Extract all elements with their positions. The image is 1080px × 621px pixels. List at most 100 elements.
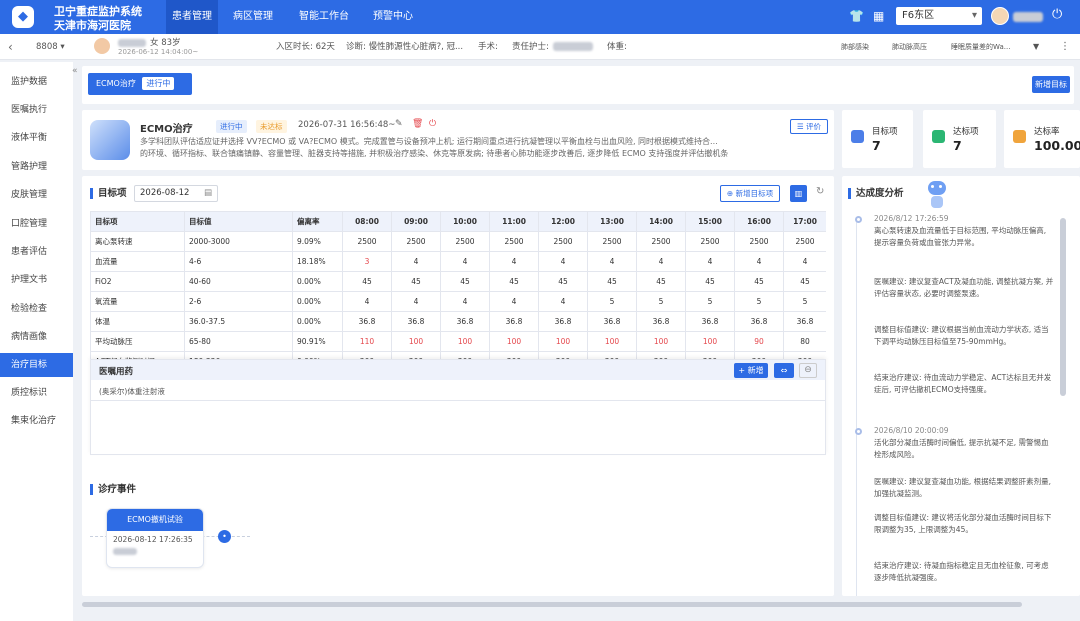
grid-icon[interactable]: ▦ [873,9,884,23]
nav-smart-workbench[interactable]: 智能工作台 [292,0,356,34]
new-goal-button[interactable]: 新增目标 [1032,76,1070,93]
tag-sleep-quality[interactable]: 睡眠质量差的Wa... [951,34,1010,60]
stop-icon[interactable]: ⏻ [429,119,436,129]
table-cell: 体温 [90,311,185,332]
horizontal-scrollbar[interactable] [82,602,1022,607]
table-cell: 36.8 [391,311,441,332]
tag-pulmonary-hypertension[interactable]: 肺动脉高压 [892,34,927,60]
ward-value: F6东区 [902,10,935,21]
timeline-dot [855,216,862,223]
table-cell: 45 [538,271,588,292]
nav-ward-management[interactable]: 病区管理 [226,0,280,34]
medication-divider [91,400,825,401]
ward-select[interactable]: F6东区 ▾ [896,7,982,25]
bed-number[interactable]: 8808 ▾ [36,34,65,60]
event-card[interactable]: ECMO撤机试验 2026-08-12 17:26:35 [106,508,204,568]
table-cell: 45 [440,271,490,292]
sidebar-item-lab[interactable]: 检验检查 [0,297,73,321]
add-goal-item-label: 新增目标项 [735,189,774,198]
responsible-nurse: 责任护士: [512,42,549,52]
tab-ecmo-status: 进行中 [142,77,175,90]
table-row[interactable]: 体温 36.0-37.5 0.00% 36.8 36.8 36.8 36.8 36.8 36.8… [90,311,826,332]
back-icon[interactable]: ‹ [8,34,13,60]
edit-icon[interactable]: ✎ [395,119,403,129]
sidebar-item-tubing[interactable]: 管路护理 [0,155,73,179]
table-row[interactable]: FiO2 40-60 0.00% 45 45 45 45 45 45 45 45 45 45 [90,271,826,292]
goal-items-icon [851,130,864,143]
goals-date-picker[interactable]: 2026-08-12 ▤ [134,185,218,202]
table-cell: 100 [391,331,441,352]
chart-view-icon[interactable]: ▥ [790,185,807,202]
sidebar-item-profile[interactable]: 病情画像 [0,325,73,349]
analysis-entry: 调整目标值建议: 建议根据当前血流动力学状态, 适当下调平均动脉压目标值至75-… [874,324,1080,348]
table-cell: 45 [489,271,539,292]
nav-alert-center[interactable]: 预警中心 [366,0,420,34]
link-icon[interactable]: ⇔ [774,363,794,378]
table-cell: 100 [440,331,490,352]
table-row[interactable]: 离心泵转速 2000-3000 9.09% 2500 2500 2500 2500 2500 2… [90,231,826,252]
sidebar-item-monitoring[interactable]: 监护数据 [0,70,73,94]
sidebar-item-quality[interactable]: 质控标识 [0,381,73,405]
table-cell: 2500 [538,231,588,252]
medication-add-button[interactable]: + 新增 [734,363,768,378]
goals-col-2: 偏离率 [292,211,343,232]
goals-col-5: 10:00 [440,211,490,232]
table-cell: 4 [538,251,588,272]
patient-avatar [94,38,110,54]
sidebar-item-fluid[interactable]: 液体平衡 [0,126,73,150]
table-cell: 2500 [685,231,735,252]
medication-title: 医嘱用药 [99,367,134,377]
stat-met-rate-value: 100.00% [1034,138,1080,153]
sidebar-item-assessment[interactable]: 患者评估 [0,240,73,264]
chevron-down-icon: ▾ [971,10,977,21]
table-cell: 4 [587,251,637,272]
goals-table-header: 目标项 目标值 偏离率 08:00 09:00 10:00 11:00 12:00 13:00 1… [90,211,826,232]
tag-lung-infection[interactable]: 肺部感染 [841,34,869,60]
minus-icon[interactable]: ⊖ [799,363,817,378]
ecmo-device-icon [90,120,130,160]
sidebar-item-oral[interactable]: 口腔管理 [0,212,73,236]
nav-patient-management[interactable]: 患者管理 [166,0,218,34]
surgery: 手术: [478,42,498,52]
table-row[interactable]: 血流量 4-6 18.18% 3 4 4 4 4 4 4 4 4 4 [90,251,826,272]
goals-col-12: 17:00 [783,211,826,232]
sidebar-item-bundle[interactable]: 集束化治疗 [0,409,73,433]
evaluate-button[interactable]: ☰ 评价 [790,119,828,134]
table-cell: 2500 [734,231,784,252]
table-cell: 5 [685,291,735,312]
table-cell: 2500 [391,231,441,252]
table-row[interactable]: 平均动脉压 65-80 90.91% 110 100 100 100 100 100 100 100… [90,331,826,352]
more-icon[interactable]: ⋮ [1060,34,1070,60]
table-row[interactable]: 氧流量 2-6 0.00% 4 4 4 4 4 5 5 5 5 5 [90,291,826,312]
table-cell: 2500 [587,231,637,252]
user-avatar[interactable] [991,7,1009,25]
analysis-entry-text: 活化部分凝血活酶时间偏低, 提示抗凝不足, 需警惕血栓形成风险。 [874,438,1049,459]
sidebar-item-skin[interactable]: 皮肤管理 [0,183,73,207]
ecmo-card: ECMO治疗 进行中 未达标 2026-07-31 16:56:48~ ✎ 🗑 … [82,110,834,170]
table-cell: 0.00% [292,271,343,292]
stat-goal-items-label: 目标项 [872,127,898,137]
refresh-icon[interactable]: ↻ [816,186,824,197]
table-cell: 2-6 [184,291,293,312]
stat-met-rate: 达标率 100.00% [1004,110,1080,168]
sidebar-item-orders[interactable]: 医嘱执行 [0,98,73,122]
shirt-icon[interactable]: 👕 [849,9,864,23]
power-icon[interactable]: ⏻ [1052,7,1062,22]
table-cell: 3 [342,251,392,272]
goals-col-3: 08:00 [342,211,392,232]
delete-icon[interactable]: 🗑 [412,119,423,129]
analysis-entry: 2026/8/12 17:26:59 离心泵转速及血流量低于目标范围, 平均动脉压… [855,214,1080,249]
sidebar-item-nursing-docs[interactable]: 护理文书 [0,268,73,292]
expand-down-icon[interactable]: ▼ [1033,34,1039,60]
event-add-icon[interactable]: • [218,530,231,543]
add-goal-item-button[interactable]: ⊕ 新增目标项 [720,185,780,202]
nurse-name-blurred [553,42,593,51]
sidebar-item-treatment-goal[interactable]: 治疗目标 [0,353,73,377]
met-items-icon [932,130,945,143]
table-cell: 5 [587,291,637,312]
tab-ecmo[interactable]: ECMO治疗 进行中 [88,73,192,95]
table-cell: 离心泵转速 [90,231,185,252]
analysis-entry-text: 医嘱建议: 建议复查凝血功能, 根据结果调整肝素剂量, 加强抗凝监测。 [874,477,1052,498]
table-cell: 36.8 [783,311,826,332]
robot-icon [926,179,948,211]
